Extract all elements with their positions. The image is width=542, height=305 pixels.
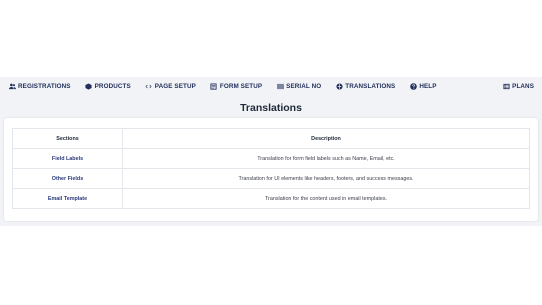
nav-form-setup-label: FORM SETUP — [219, 82, 263, 90]
table-row[interactable]: Email Template Translation for the conte… — [12, 188, 530, 209]
nav-products-label: PRODUCTS — [94, 82, 131, 90]
nav-help-label: HELP — [419, 82, 437, 90]
users-icon — [8, 82, 16, 90]
row-section[interactable]: Other Fields — [12, 168, 123, 189]
nav-translations-label: TRANSLATIONS — [345, 82, 396, 90]
question-icon — [409, 82, 417, 90]
nav-registrations-label: REGISTRATIONS — [18, 82, 71, 90]
globe-icon — [335, 82, 343, 90]
nav-registrations[interactable]: REGISTRATIONS — [8, 82, 71, 90]
app-panel: REGISTRATIONS PRODUCTS PAGE SETUP FORM S… — [0, 77, 542, 226]
nav-serial-no[interactable]: SERIAL NO — [276, 82, 321, 90]
nav-plans-label: PLANS — [512, 82, 534, 90]
page-title: Translations — [240, 102, 302, 114]
table-row[interactable]: Other Fields Translation for UI elements… — [12, 168, 530, 189]
row-description: Translation for UI elements like headers… — [122, 168, 530, 189]
header-description: Description — [122, 128, 530, 149]
row-description: Translation for the content used in emai… — [122, 188, 530, 209]
nav-form-setup[interactable]: FORM SETUP — [210, 82, 262, 90]
nav-serial-no-label: SERIAL NO — [286, 82, 322, 90]
table-header-row: Sections Description — [12, 128, 530, 149]
translations-table: Sections Description Field Labels Transl… — [12, 128, 530, 209]
translations-card: Sections Description Field Labels Transl… — [4, 118, 538, 221]
code-icon — [145, 82, 153, 90]
nav-translations[interactable]: TRANSLATIONS — [335, 82, 395, 90]
nav-page-setup-label: PAGE SETUP — [154, 82, 196, 90]
top-navbar: REGISTRATIONS PRODUCTS PAGE SETUP FORM S… — [0, 77, 542, 95]
row-section[interactable]: Field Labels — [12, 148, 123, 169]
nav-plans[interactable]: PLANS — [502, 82, 534, 90]
nav-products[interactable]: PRODUCTS — [85, 82, 131, 90]
list-icon — [502, 82, 510, 90]
nav-help[interactable]: HELP — [409, 82, 436, 90]
header-sections: Sections — [12, 128, 123, 149]
form-icon — [210, 82, 218, 90]
table-row[interactable]: Field Labels Translation for form field … — [12, 148, 530, 169]
row-section[interactable]: Email Template — [12, 188, 123, 209]
barcode-icon — [276, 82, 284, 90]
row-description: Translation for form field labels such a… — [122, 148, 530, 169]
nav-page-setup[interactable]: PAGE SETUP — [145, 82, 196, 90]
box-icon — [85, 82, 93, 90]
